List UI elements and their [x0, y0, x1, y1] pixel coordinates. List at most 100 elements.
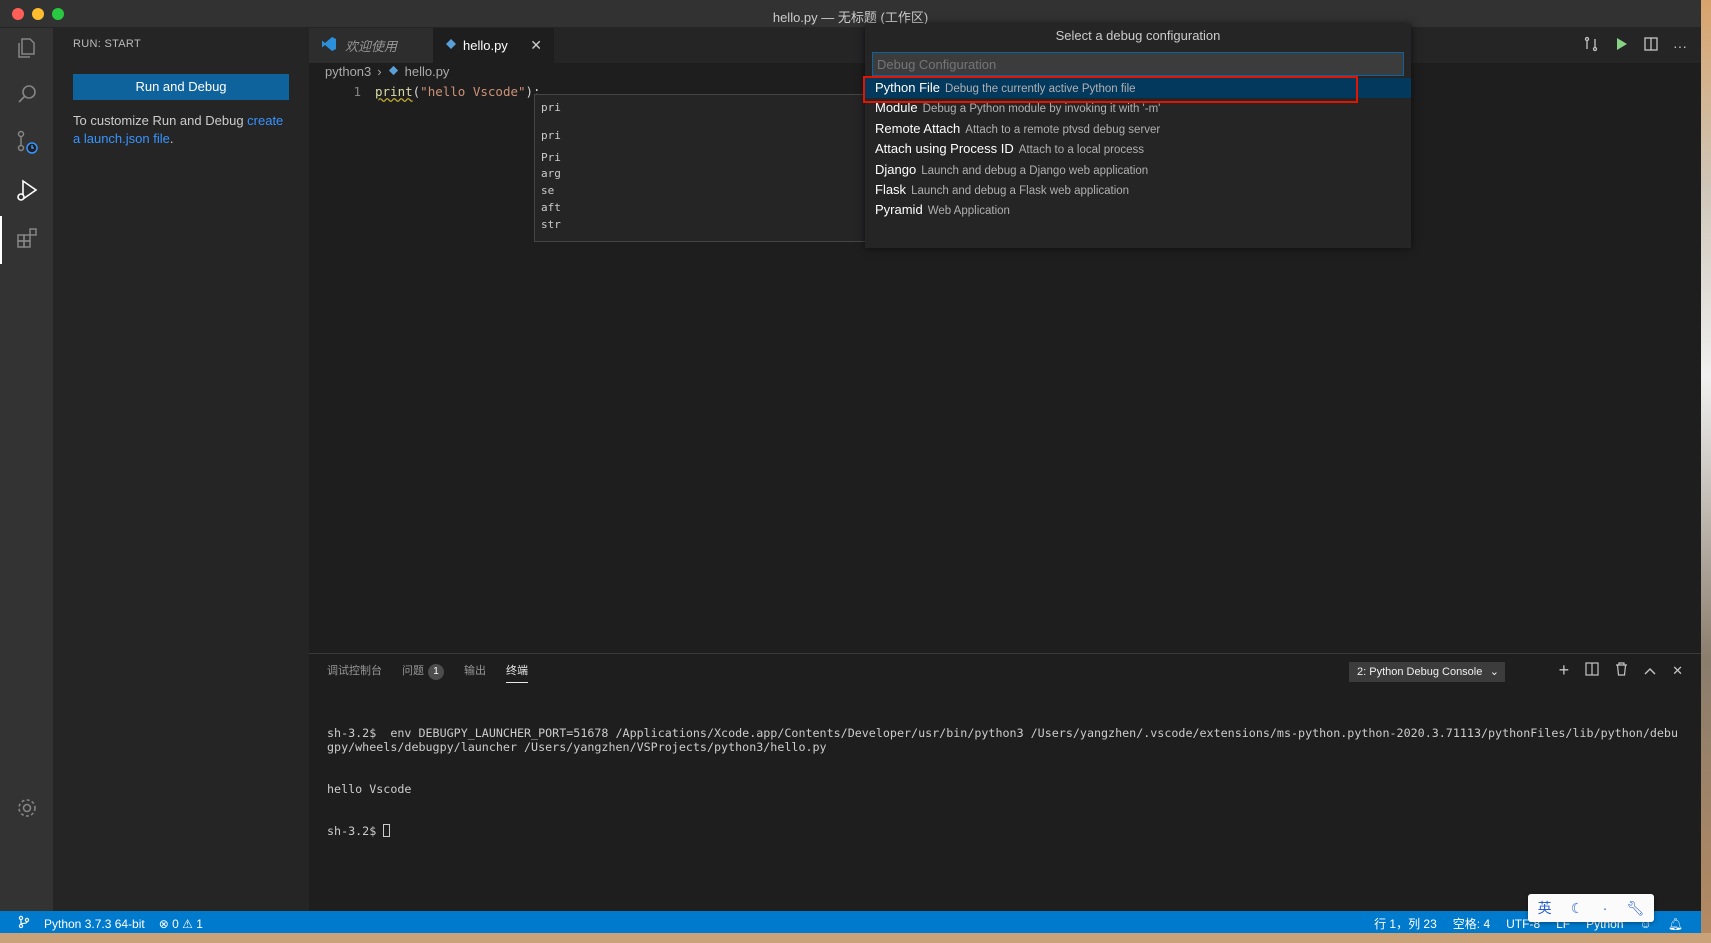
code-text[interactable]: print("hello Vscode");: [375, 84, 541, 99]
vscode-logo-icon: [321, 36, 337, 55]
tab-label: hello.py: [463, 38, 508, 53]
tab-welcome[interactable]: 欢迎使用: [309, 28, 433, 63]
hover-line: pri: [541, 101, 561, 114]
run-sidebar: RUN: START Run and Debug To customize Ru…: [53, 28, 309, 911]
tab-terminal[interactable]: 终端: [506, 662, 528, 683]
tab-problems-label: 问题: [402, 665, 424, 677]
sidebar-hint-suffix: .: [169, 131, 174, 146]
option-label: Django: [875, 161, 917, 177]
python-file-icon: [445, 38, 457, 53]
terminal-prompt-line: sh-3.2$: [327, 824, 1685, 838]
hover-line: Pri: [541, 151, 561, 164]
tab-hello-py[interactable]: hello.py ✕: [433, 28, 554, 63]
explorer-icon[interactable]: [13, 34, 41, 62]
remote-branch-icon[interactable]: [18, 915, 30, 932]
terminal-prompt: sh-3.2$: [327, 824, 384, 838]
tab-problems[interactable]: 问题 1: [402, 662, 444, 683]
bottom-panel: 调试控制台 问题 1 输出 终端 2: Python Debug Console …: [309, 653, 1701, 911]
hover-line: str: [541, 218, 561, 231]
selection-highlight-box: [863, 76, 1358, 103]
option-description: Launch and debug a Django web applicatio…: [921, 164, 1149, 177]
hover-line: aft: [541, 201, 561, 214]
terminal-select[interactable]: 2: Python Debug Console ⌄: [1349, 662, 1505, 682]
python-interpreter[interactable]: Python 3.7.3 64-bit: [44, 917, 145, 931]
warning-count: 1: [196, 916, 203, 931]
code-string-literal: "hello Vscode": [420, 84, 526, 99]
option-description: Web Application: [927, 205, 1010, 218]
debug-option-attach-process[interactable]: Attach using Process ID Attach to a local…: [865, 139, 1411, 159]
window-title: hello.py — 无标题 (工作区): [772, 10, 929, 25]
wrench-icon[interactable]: 🔧︎: [1627, 900, 1645, 917]
option-description: Launch and debug a Flask web application: [911, 184, 1130, 197]
chevron-down-icon: ⌄: [1489, 666, 1499, 678]
title-bar: hello.py — 无标题 (工作区): [0, 0, 1701, 28]
split-editor-icon[interactable]: [1643, 36, 1659, 55]
tab-debug-console[interactable]: 调试控制台: [327, 662, 382, 683]
hover-line: arg: [541, 167, 561, 180]
status-bar: Python 3.7.3 64-bit ⊗ 0 ⚠ 1 行 1，列 23 空格:…: [0, 911, 1701, 933]
sidebar-title: RUN: START: [73, 38, 141, 50]
error-icon: ⊗: [158, 916, 169, 931]
indentation[interactable]: 空格: 4: [1453, 915, 1490, 932]
option-label: Attach using Process ID: [875, 141, 1014, 157]
moon-icon[interactable]: ☾: [1571, 900, 1584, 917]
option-label: Remote Attach: [875, 120, 961, 136]
active-view-indicator: [0, 216, 2, 264]
desktop-bottom: [0, 933, 1711, 943]
compare-icon[interactable]: [1583, 36, 1599, 55]
ime-language-label[interactable]: 英: [1538, 898, 1552, 918]
option-label: Pyramid: [875, 202, 923, 218]
status-bar-left: Python 3.7.3 64-bit ⊗ 0 ⚠ 1: [18, 915, 203, 932]
problems-status[interactable]: ⊗ 0 ⚠ 1: [159, 917, 203, 931]
run-debug-icon[interactable]: [13, 176, 41, 204]
debug-option-remote-attach[interactable]: Remote Attach Attach to a remote ptvsd de…: [865, 119, 1411, 139]
close-tab-icon[interactable]: ✕: [530, 37, 542, 54]
breadcrumb-file[interactable]: hello.py: [405, 64, 450, 79]
option-description: Debug a Python module by invoking it wit…: [922, 103, 1161, 116]
debug-option-flask[interactable]: Flask Launch and debug a Flask web applic…: [865, 180, 1411, 200]
python-file-icon: [388, 64, 399, 79]
terminal-line: sh-3.2$ env DEBUGPY_LAUNCHER_PORT=51678 …: [327, 726, 1679, 754]
line-number: 1: [353, 84, 361, 99]
extensions-icon[interactable]: [13, 224, 41, 252]
warning-icon: ⚠: [182, 916, 193, 931]
debug-option-django[interactable]: Django Launch and debug a Django web appl…: [865, 160, 1411, 180]
search-icon[interactable]: [13, 80, 41, 108]
breadcrumb: python3 › hello.py: [325, 64, 449, 79]
option-label: Flask: [875, 181, 907, 197]
sidebar-hint: To customize Run and Debug create a laun…: [73, 112, 289, 148]
breadcrumb-folder[interactable]: python3: [325, 64, 371, 79]
close-panel-icon[interactable]: ✕: [1672, 663, 1683, 679]
punctuation-icon[interactable]: ·: [1603, 900, 1608, 916]
settings-gear-icon[interactable]: [13, 794, 41, 822]
input-method-toolbar[interactable]: 英 ☾ · 🔧︎: [1528, 894, 1654, 922]
code-print-function: print: [375, 84, 413, 99]
debug-option-pyramid[interactable]: Pyramid Web Application: [865, 200, 1411, 220]
debug-config-input[interactable]: [872, 52, 1404, 76]
more-actions-icon[interactable]: ···: [1673, 38, 1687, 54]
tab-label: 欢迎使用: [345, 39, 398, 54]
activity-bar: [0, 28, 53, 911]
split-terminal-icon[interactable]: [1585, 662, 1599, 679]
option-description: Attach to a remote ptvsd debug server: [965, 123, 1161, 136]
debug-config-list: Python File Debug the currently active Py…: [863, 76, 1411, 221]
run-and-debug-button[interactable]: Run and Debug: [73, 74, 289, 100]
notifications-bell-icon[interactable]: 🔔︎: [1668, 917, 1683, 931]
new-terminal-icon[interactable]: +: [1559, 660, 1570, 681]
run-python-file-icon[interactable]: [1613, 36, 1629, 55]
cursor-position[interactable]: 行 1，列 23: [1374, 915, 1437, 932]
sidebar-hint-text: To customize Run and Debug: [73, 113, 248, 128]
terminal-select-value: 2: Python Debug Console: [1357, 666, 1483, 678]
tab-output[interactable]: 输出: [464, 662, 486, 683]
maximize-panel-icon[interactable]: [1644, 663, 1656, 678]
source-control-icon[interactable]: [13, 128, 41, 156]
terminal-output[interactable]: sh-3.2$ env DEBUGPY_LAUNCHER_PORT=51678 …: [327, 698, 1685, 866]
trash-icon[interactable]: [1615, 662, 1628, 679]
option-description: Attach to a local process: [1018, 144, 1145, 157]
hover-line: se: [541, 184, 555, 197]
vscode-window: hello.py — 无标题 (工作区) RUN: START Run and …: [0, 0, 1701, 943]
debug-config-quick-pick: Select a debug configuration Python File…: [863, 24, 1411, 248]
panel-actions: + ✕: [1559, 660, 1683, 681]
problems-count-badge: 1: [428, 664, 444, 680]
terminal-line: hello Vscode: [327, 782, 412, 796]
